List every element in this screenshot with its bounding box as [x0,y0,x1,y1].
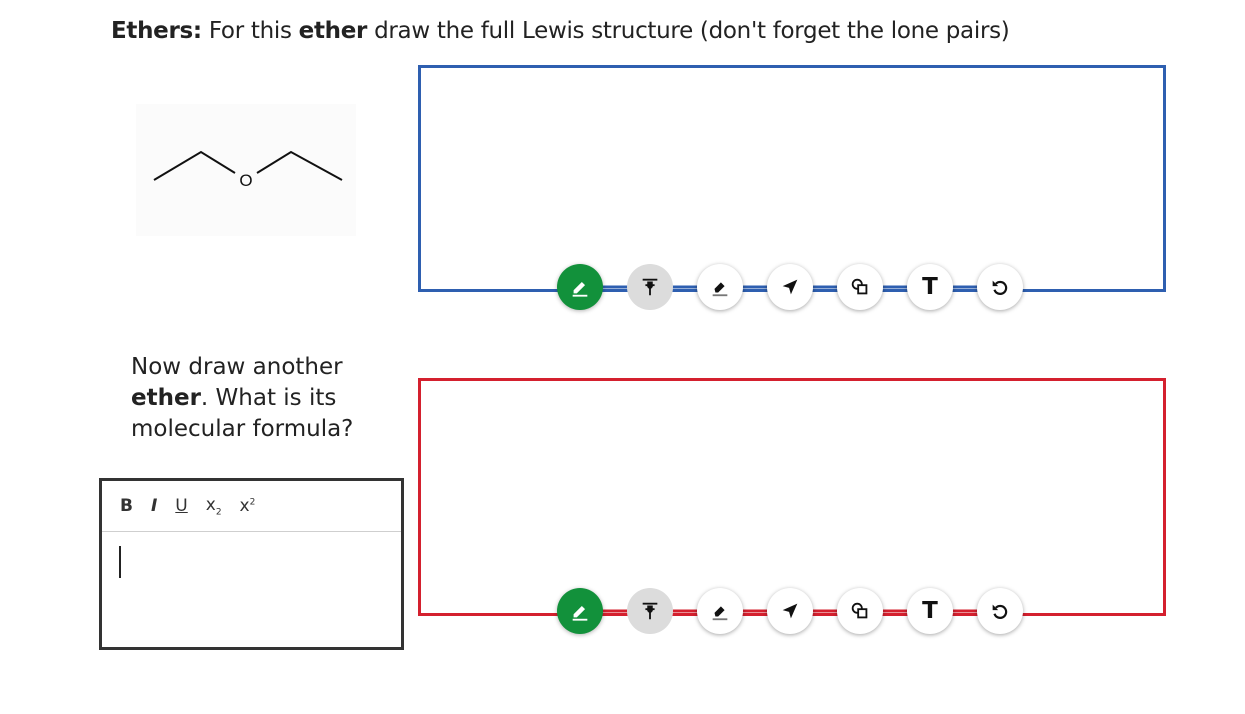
pencil-tool-button[interactable] [557,264,603,310]
subscript-mark: 2 [215,507,222,518]
second-question-prompt: Now draw another ether. What is its mole… [131,352,381,445]
pencil-icon [569,276,591,298]
title-text-after: draw the full Lewis structure (don't for… [367,18,1010,44]
eraser-icon [709,600,731,622]
pencil-tool-button[interactable] [557,588,603,634]
oxygen-label: O [239,171,252,190]
undo-tool-button[interactable] [977,588,1023,634]
shapes-tool-button[interactable] [837,264,883,310]
text-icon: T [922,597,938,624]
pencil-icon [569,600,591,622]
select-tool-button[interactable] [767,588,813,634]
prompt-line1: Now draw another [131,354,343,380]
question-title: Ethers: For this ether draw the full Lew… [111,18,1010,44]
text-tool-button[interactable]: T [907,588,953,634]
subscript-letter: x [205,494,216,515]
undo-tool-button[interactable] [977,264,1023,310]
undo-icon [989,276,1011,298]
eraser-tool-button[interactable] [697,264,743,310]
shapes-icon [849,276,871,298]
editor-toolbar: B I U x2 x2 [102,481,401,532]
rich-text-editor: B I U x2 x2 [99,478,404,650]
prompt-line3: molecular formula? [131,416,354,442]
select-tool-button[interactable] [767,264,813,310]
drawing-canvas-1[interactable] [418,65,1166,292]
subscript-button[interactable]: x2 [206,495,222,517]
superscript-letter: x [239,496,250,516]
italic-button[interactable]: I [151,496,157,516]
highlighter-tool-button[interactable] [627,588,673,634]
bold-button[interactable]: B [120,496,133,516]
highlighter-icon [639,276,661,298]
eraser-tool-button[interactable] [697,588,743,634]
title-prefix: Ethers: [111,18,202,44]
shapes-tool-button[interactable] [837,588,883,634]
prompt-ether: ether [131,385,201,411]
prompt-line2: . What is its [200,385,337,411]
drawing-toolbar-1: T [557,263,1023,311]
drawing-canvas-2[interactable] [418,378,1166,616]
undo-icon [989,600,1011,622]
title-ether: ether [298,18,368,44]
drawing-toolbar-2: T [557,587,1023,635]
eraser-icon [709,276,731,298]
text-tool-button[interactable]: T [907,264,953,310]
highlighter-tool-button[interactable] [627,264,673,310]
skeletal-structure: O [153,150,343,190]
superscript-mark: 2 [249,497,256,508]
title-text-before: For this [201,18,299,44]
molecule-image: O [136,104,356,236]
shapes-icon [849,600,871,622]
pointer-arrow-icon [779,600,801,622]
text-caret [119,546,121,578]
text-icon: T [922,273,938,300]
superscript-button[interactable]: x2 [240,496,256,516]
highlighter-icon [639,600,661,622]
pointer-arrow-icon [779,276,801,298]
formula-answer-input[interactable] [102,532,401,644]
underline-button[interactable]: U [175,496,187,516]
